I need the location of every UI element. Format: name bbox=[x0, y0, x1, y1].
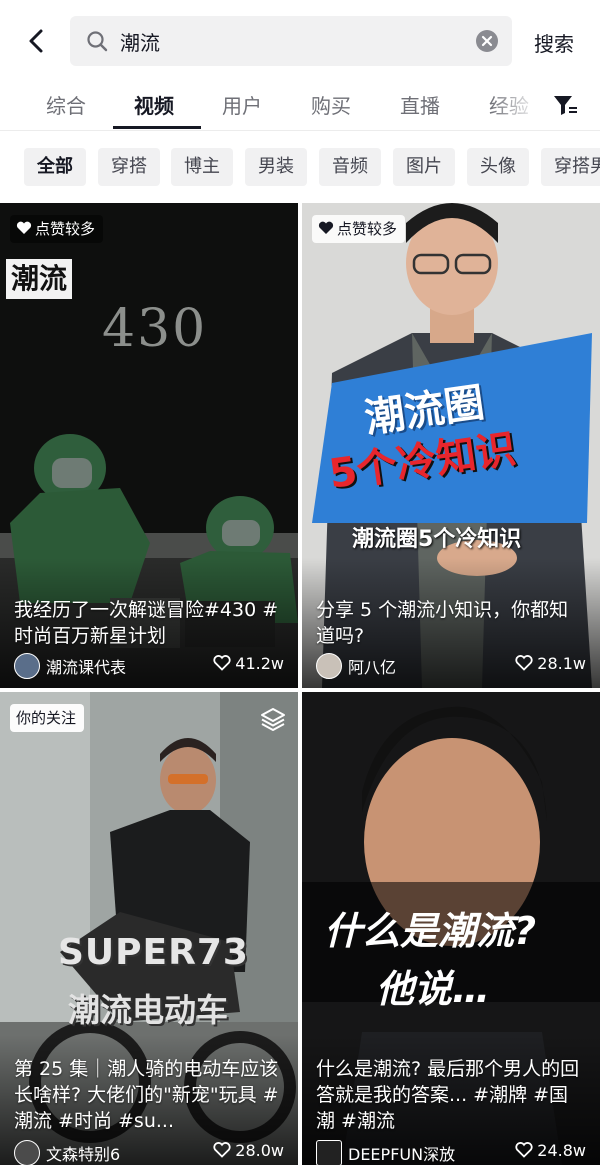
like-count: 41.2w bbox=[213, 654, 284, 680]
badge-label: 点赞较多 bbox=[337, 220, 398, 238]
overlay-tag: 潮流 bbox=[6, 259, 72, 299]
clear-icon[interactable] bbox=[476, 30, 498, 52]
author-name: 阿八亿 bbox=[348, 658, 397, 677]
filter-icon[interactable] bbox=[552, 92, 578, 118]
video-card[interactable]: 潮流 430 点赞较多 我经历了一次解谜冒险#430 #时尚百万新星计划 潮流课… bbox=[0, 203, 298, 688]
overlay-line-1: 什么是潮流? bbox=[324, 909, 537, 953]
badge: 点赞较多 bbox=[10, 215, 104, 243]
badge: 点赞较多 bbox=[312, 215, 406, 243]
tab-shopping[interactable]: 购买 bbox=[311, 90, 351, 119]
chip-blogger[interactable]: 博主 bbox=[171, 148, 233, 186]
likes-value: 41.2w bbox=[235, 654, 284, 673]
like-count: 24.8w bbox=[515, 1141, 586, 1165]
chip-avatar[interactable]: 头像 bbox=[467, 148, 529, 186]
layers-icon bbox=[261, 708, 285, 731]
search-button[interactable]: 搜索 bbox=[534, 28, 574, 57]
tab-comprehensive[interactable]: 综合 bbox=[46, 90, 86, 119]
overlay-brand: SUPER73 bbox=[58, 932, 249, 973]
search-box[interactable] bbox=[70, 16, 512, 66]
result-tabs: 综合 视频 用户 购买 直播 经验 bbox=[0, 82, 600, 131]
tab-live[interactable]: 直播 bbox=[400, 90, 440, 119]
heart-icon bbox=[318, 221, 334, 234]
card-caption: 第 25 集｜潮人骑的电动车应该长啥样? 大佬们的"新宠"玩具 #潮流 #时尚 … bbox=[14, 1058, 279, 1132]
search-input[interactable] bbox=[120, 24, 460, 58]
badge-label: 你的关注 bbox=[16, 709, 77, 727]
chip-menswear[interactable]: 男装 bbox=[245, 148, 307, 186]
author-name: DEEPFUN深放 bbox=[348, 1145, 456, 1164]
like-count: 28.0w bbox=[213, 1141, 284, 1165]
video-card[interactable]: 潮流圈 5个冷知识 潮流圈5个冷知识 点赞较多 分享 5 个潮流小知识，你都知道… bbox=[302, 203, 600, 688]
likes-value: 28.0w bbox=[235, 1141, 284, 1160]
search-header: 搜索 bbox=[0, 0, 600, 82]
chip-images[interactable]: 图片 bbox=[393, 148, 455, 186]
heart-outline-icon bbox=[213, 655, 231, 671]
tab-video[interactable]: 视频 bbox=[134, 90, 174, 119]
video-card[interactable]: 什么是潮流? 他说… 什么是潮流? 最后那个男人的回答就是我的答案... #潮牌… bbox=[302, 692, 600, 1165]
card-caption: 分享 5 个潮流小知识，你都知道吗? bbox=[316, 599, 569, 647]
tabs-fade bbox=[490, 82, 540, 128]
like-count: 28.1w bbox=[515, 654, 586, 680]
chip-outfit-men[interactable]: 穿搭男 bbox=[541, 148, 600, 186]
avatar bbox=[316, 653, 342, 679]
chip-outfit[interactable]: 穿搭 bbox=[98, 148, 160, 186]
likes-value: 28.1w bbox=[537, 654, 586, 673]
heart-outline-icon bbox=[213, 1142, 231, 1158]
author-name: 潮流课代表 bbox=[46, 658, 127, 677]
likes-value: 24.8w bbox=[537, 1141, 586, 1160]
overlay-subtitle: 潮流圈5个冷知识 bbox=[352, 527, 522, 552]
avatar bbox=[14, 653, 40, 679]
card-caption: 什么是潮流? 最后那个男人的回答就是我的答案... #潮牌 #国潮 #潮流 bbox=[316, 1058, 580, 1132]
overlay-number: 430 bbox=[102, 299, 208, 359]
overlay-title: 潮流电动车 bbox=[68, 991, 229, 1029]
chip-audio[interactable]: 音频 bbox=[319, 148, 381, 186]
overlay-line-2: 他说… bbox=[376, 967, 491, 1011]
avatar bbox=[316, 1140, 342, 1165]
search-icon bbox=[87, 31, 108, 52]
active-tab-indicator bbox=[113, 126, 201, 129]
badge-label: 点赞较多 bbox=[35, 220, 96, 238]
chip-all[interactable]: 全部 bbox=[24, 148, 86, 186]
filter-chips: 全部 穿搭 博主 男装 音频 图片 头像 穿搭男 bbox=[0, 148, 600, 188]
badge: 你的关注 bbox=[10, 704, 85, 732]
heart-outline-icon bbox=[515, 655, 533, 671]
tab-users[interactable]: 用户 bbox=[222, 90, 262, 119]
author-name: 文森特别6 bbox=[46, 1145, 121, 1164]
card-caption: 我经历了一次解谜冒险#430 #时尚百万新星计划 bbox=[14, 599, 279, 647]
video-card[interactable]: SUPER73 潮流电动车 你的关注 第 25 集｜潮人骑的电动车应该长啥样? … bbox=[0, 692, 298, 1165]
heart-outline-icon bbox=[515, 1142, 533, 1158]
avatar bbox=[14, 1140, 40, 1165]
heart-icon bbox=[16, 221, 32, 234]
back-arrow-icon[interactable] bbox=[22, 26, 52, 56]
